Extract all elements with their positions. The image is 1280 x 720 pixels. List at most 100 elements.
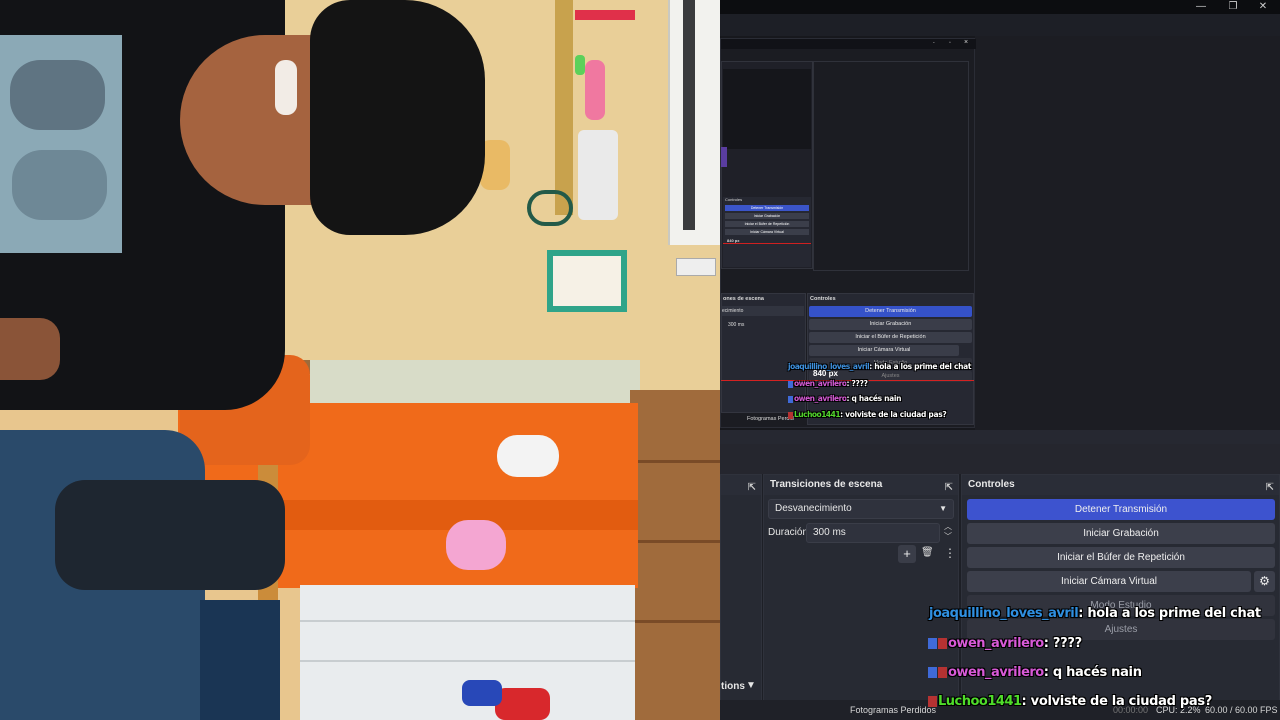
menu-band xyxy=(720,14,1280,36)
mario-figure-blue xyxy=(462,680,502,706)
dock-splitter[interactable] xyxy=(720,430,1280,444)
white-plush-toy xyxy=(497,435,559,477)
chevron-down-icon[interactable]: ▼ xyxy=(746,680,756,691)
stop-stream-button[interactable]: Detener Transmisión xyxy=(967,499,1275,520)
rack-shelf xyxy=(578,130,618,220)
chat-username: owen_avrilero xyxy=(948,636,1044,651)
white-bin-stripe xyxy=(300,660,635,662)
nested-duration-field: 300 ms xyxy=(728,322,745,328)
shirt-print-detail xyxy=(12,150,107,220)
mario-figure xyxy=(495,688,550,720)
dropped-frames: Fotogramas Perdidos xyxy=(850,705,937,715)
cabinet-line xyxy=(630,540,720,543)
badge-icon xyxy=(928,667,937,678)
nested-restore-icon: ▫ xyxy=(949,40,951,46)
wall-rack xyxy=(555,0,573,215)
pink-item xyxy=(585,60,605,120)
dock-area-header xyxy=(720,444,1280,474)
virtual-camera-settings-button[interactable]: ⚙ xyxy=(1254,571,1275,592)
nested-title-bar: - ▫ × xyxy=(721,39,976,49)
nested-minimize-icon: - xyxy=(933,40,935,46)
person-arm xyxy=(0,318,60,380)
nested-chat-user: owen_avrilero xyxy=(794,394,847,403)
picture-frame-inner xyxy=(553,256,621,306)
nested-chat-line-2: owen_avrilero: ???? xyxy=(788,379,868,388)
sources-dock-toolbar: tions ▼ xyxy=(721,675,761,699)
nested-inner-btn-replay: Iniciar el Búfer de Repetición xyxy=(725,221,809,227)
popout-icon[interactable]: ⇱ xyxy=(945,478,953,498)
nested-chat-user: Luchoo1441 xyxy=(794,410,841,419)
nested-replay-buffer: Iniciar el Búfer de Repetición xyxy=(809,332,972,343)
sources-dock-header: ⇱ xyxy=(721,475,761,495)
nested-chat-line-4: Luchoo1441: volviste de la ciudad pas? xyxy=(788,410,947,419)
chair-arm-black xyxy=(55,480,285,590)
sources-dock-label: tions xyxy=(721,681,745,692)
nested-chat-msg: : hola a los prime del chat xyxy=(869,362,972,371)
delete-transition-icon[interactable]: 🗑 xyxy=(921,547,934,558)
nested-transition-select: ecimiento xyxy=(722,306,804,316)
controls-title: Controles xyxy=(968,479,1015,490)
more-options-icon[interactable]: ⋮ xyxy=(944,546,956,560)
chat-line-3: owen_avrilero: q hacés nain xyxy=(928,665,1142,680)
scene-transitions-header: Transiciones de escena ⇱ xyxy=(764,475,958,495)
nested-obs-capture: - ▫ × Controles Detener Transmisión Inic… xyxy=(720,38,976,428)
chat-username: owen_avrilero xyxy=(948,665,1044,680)
white-bin-stripe xyxy=(300,620,635,622)
duration-field[interactable]: 300 ms xyxy=(806,523,940,543)
transition-select-value: Desvanecimiento xyxy=(775,503,852,514)
nested-badge-icon xyxy=(788,411,793,419)
nested-controls-dock: Controles Detener Transmisión Iniciar Gr… xyxy=(807,293,974,425)
transition-select[interactable]: Desvanecimiento ▼ xyxy=(768,499,954,519)
chat-line-2: owen_avrilero: ???? xyxy=(928,636,1082,651)
nested-stop-stream: Detener Transmisión xyxy=(809,306,972,317)
cabinet-line xyxy=(630,460,720,463)
nested-transitions-title: ones de escena xyxy=(723,296,764,302)
nested-inner-controls: Controles Detener Transmisión Iniciar Gr… xyxy=(723,197,811,267)
popout-icon[interactable]: ⇱ xyxy=(1266,478,1274,498)
red-rail xyxy=(575,10,635,20)
popout-icon[interactable]: ⇱ xyxy=(748,478,756,498)
replay-buffer-button[interactable]: Iniciar el Búfer de Repetición xyxy=(967,547,1275,568)
badge-icon xyxy=(938,667,947,678)
shirt-print-detail xyxy=(10,60,105,130)
duration-label: Duración xyxy=(768,527,809,538)
hanging-item xyxy=(527,190,573,226)
add-transition-icon[interactable]: + xyxy=(898,545,916,563)
controls-header: Controles ⇱ xyxy=(962,475,1279,495)
nested-start-recording: Iniciar Grabación xyxy=(809,319,972,330)
nested-inner-width: 840 px xyxy=(727,238,740,243)
preview-background xyxy=(975,36,1280,430)
spin-down-icon[interactable]: ﹀ xyxy=(944,531,952,542)
chat-username: joaquillino_loves_avril xyxy=(929,606,1079,621)
start-recording-button[interactable]: Iniciar Grabación xyxy=(967,523,1275,544)
virtual-camera-button[interactable]: Iniciar Cámara Virtual xyxy=(967,571,1251,592)
nested-status-text: Fotogramas Perdid xyxy=(747,416,794,422)
chair-seat-dark xyxy=(200,600,280,720)
nested-inner-purple xyxy=(721,147,727,167)
duration-value: 300 ms xyxy=(813,527,846,538)
nested-inner-dark xyxy=(723,69,811,149)
nested-chat-line-3: owen_avrilero: q hacés nain xyxy=(788,394,902,403)
nested-close-icon: × xyxy=(964,39,969,46)
scene-transitions-dock: Transiciones de escena ⇱ Desvanecimiento… xyxy=(763,474,959,720)
fps-readout: 60.00 / 60.00 FPS xyxy=(1205,705,1278,715)
nested-badge-icon xyxy=(788,380,793,388)
scene-transitions-title: Transiciones de escena xyxy=(770,479,883,490)
chat-username: Luchoo1441 xyxy=(938,694,1022,709)
power-outlet xyxy=(676,258,716,276)
title-bar: — ❐ ✕ xyxy=(720,0,1280,14)
nested-chat-user: owen_avrilero xyxy=(794,379,847,388)
green-item xyxy=(575,55,585,75)
nested-chat-user: joaquillino_loves_avril xyxy=(788,362,870,371)
nested-inner-btn-vcam: Iniciar Cámara Virtual xyxy=(725,229,809,235)
restore-button[interactable]: ❐ xyxy=(1218,0,1248,14)
badge-icon xyxy=(928,696,937,707)
close-button[interactable]: ✕ xyxy=(1248,0,1278,14)
chat-message: : hola a los prime del chat xyxy=(1078,606,1261,621)
nested-inner-btn-stop: Detener Transmisión xyxy=(725,205,809,211)
person-mouth xyxy=(275,60,297,115)
minimize-button[interactable]: — xyxy=(1186,0,1216,14)
badge-icon xyxy=(928,638,937,649)
chat-message: : volviste de la ciudad pas? xyxy=(1021,694,1213,709)
nested-inner-dock-right xyxy=(813,61,969,271)
